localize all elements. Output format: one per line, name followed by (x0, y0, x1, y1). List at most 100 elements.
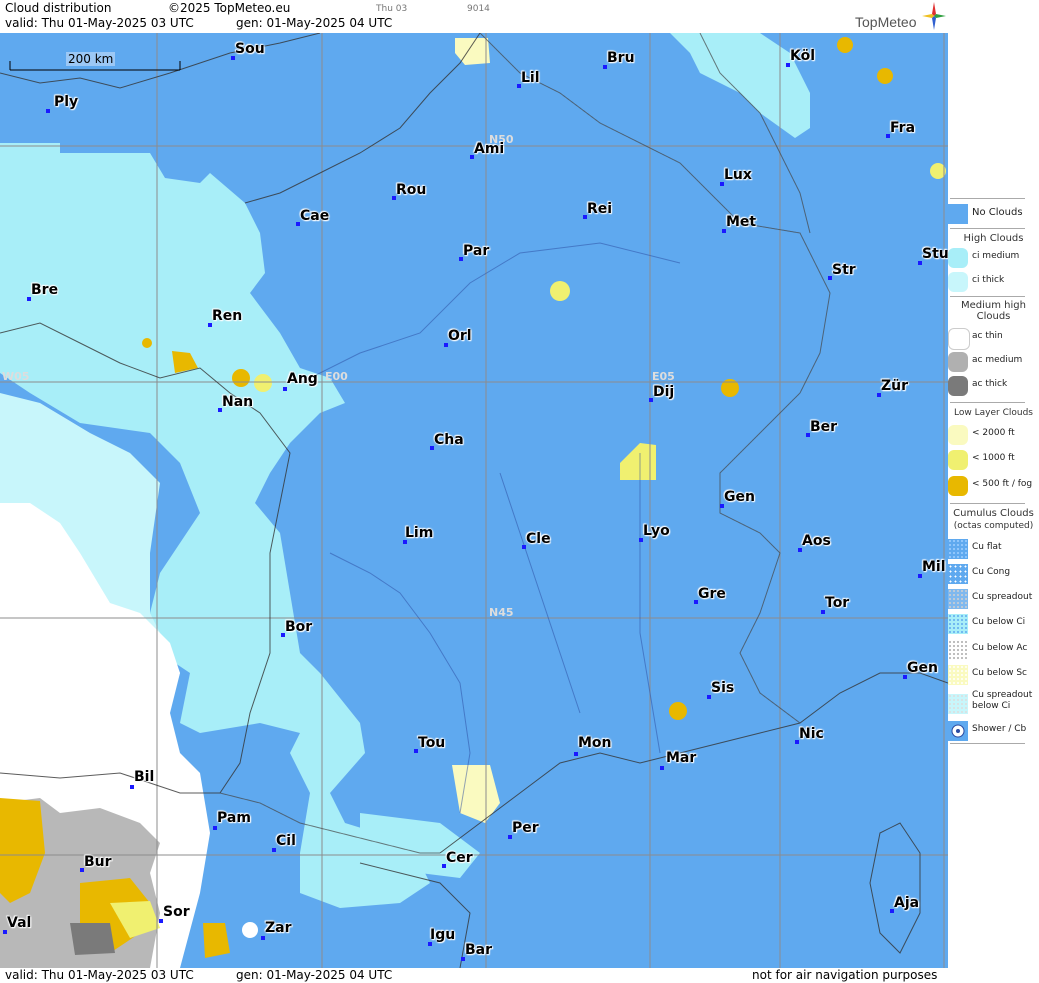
city-label-par[interactable]: Par (463, 243, 489, 259)
footer-valid-time: valid: Thu 01-May-2025 03 UTC (5, 968, 194, 982)
city-label-cae[interactable]: Cae (300, 208, 329, 224)
city-label-sor[interactable]: Sor (163, 904, 190, 920)
city-label-orl[interactable]: Orl (448, 328, 472, 344)
city-label-cha[interactable]: Cha (434, 432, 464, 448)
legend-swatch (948, 665, 968, 685)
map-layers (0, 33, 948, 968)
city-marker (574, 752, 578, 756)
legend-label: ci medium (972, 251, 1020, 261)
legend-cu-spreadout-below-ci: Cu spreadout below Ci (948, 688, 1039, 722)
city-label-tou[interactable]: Tou (418, 735, 445, 751)
legend-high-title: High Clouds (963, 233, 1024, 244)
city-label-gen[interactable]: Gen (724, 489, 755, 505)
city-label-nan[interactable]: Nan (222, 394, 253, 410)
city-label-lyo[interactable]: Lyo (643, 523, 670, 539)
legend-divider (950, 228, 1025, 229)
low1000-blob-reims (550, 281, 570, 301)
city-label-val[interactable]: Val (7, 915, 31, 931)
city-label-bil[interactable]: Bil (134, 769, 154, 785)
city-label-ren[interactable]: Ren (212, 308, 242, 324)
legend-ac-thick: ac thick (948, 374, 1039, 396)
legend-cu-flat: Cu flat (948, 537, 1039, 559)
city-label-sou[interactable]: Sou (235, 41, 265, 57)
topmeteo-logo: TopMeteo (855, 14, 917, 30)
legend-label: Cu flat (972, 542, 1002, 552)
city-label-cer[interactable]: Cer (446, 850, 473, 866)
city-label-dij[interactable]: Dij (653, 384, 674, 400)
valid-time: valid: Thu 01-May-2025 03 UTC (5, 16, 194, 30)
city-label-gen-italy[interactable]: Gen (907, 660, 938, 676)
legend-swatch (948, 476, 968, 496)
legend-swatch (948, 425, 968, 445)
city-label-stu[interactable]: Stu (922, 246, 948, 262)
city-label-gre[interactable]: Gre (698, 586, 726, 602)
legend-shower-cb: Shower / Cb (948, 719, 1039, 741)
ci-medium-area-ne (670, 33, 810, 138)
city-label-lil[interactable]: Lil (521, 70, 540, 86)
low2000-area-north (455, 38, 490, 65)
city-label-bru[interactable]: Bru (607, 50, 635, 66)
map-title: Cloud distribution (5, 1, 112, 15)
city-label-mil[interactable]: Mil (922, 559, 946, 575)
city-label-rei[interactable]: Rei (587, 201, 612, 217)
fog-blob-sisteron (669, 702, 687, 720)
legend-swatch (948, 539, 968, 559)
legend-cu-below-ac: Cu below Ac (948, 638, 1039, 660)
legend-swatch (948, 589, 968, 609)
city-label-lux[interactable]: Lux (724, 167, 752, 183)
city-label-zar[interactable]: Zar (265, 920, 292, 936)
city-label-met[interactable]: Met (726, 214, 756, 230)
legend-divider (950, 743, 1025, 744)
legend-label: Cu below Ac (972, 643, 1028, 653)
legend-swatch (948, 376, 968, 396)
city-label-bar[interactable]: Bar (465, 942, 492, 958)
legend-label: ci thick (972, 275, 1005, 285)
city-label-ply[interactable]: Ply (54, 94, 78, 110)
legend-ci-medium: ci medium (948, 246, 1039, 268)
legend-swatch (948, 204, 968, 224)
city-label-ami[interactable]: Ami (474, 141, 504, 157)
legend-swatch (948, 450, 968, 470)
legend-cu-below-ci: Cu below Ci (948, 612, 1039, 634)
city-label-sis[interactable]: Sis (711, 680, 734, 696)
city-label-zur[interactable]: Zür (881, 378, 908, 394)
fog-blob-bretagne (142, 338, 152, 348)
grid-label-e05: E05 (652, 370, 675, 383)
city-label-tor[interactable]: Tor (825, 595, 849, 611)
legend-swatch (948, 721, 968, 741)
city-label-rou[interactable]: Rou (396, 182, 426, 198)
city-label-kol[interactable]: Köl (790, 48, 815, 64)
cloud-map[interactable]: 200 km N50 N45 W05 E00 E05 Sou Bru Köl P… (0, 33, 948, 968)
city-label-cil[interactable]: Cil (276, 833, 296, 849)
legend-label: ac thick (972, 379, 1008, 389)
legend-swatch (948, 564, 968, 584)
city-label-bor[interactable]: Bor (285, 619, 312, 635)
legend-label: < 1000 ft (972, 453, 1015, 463)
low1000-area-dijon (620, 443, 656, 480)
city-marker (46, 109, 50, 113)
legend-swatch (948, 614, 968, 634)
city-label-aos[interactable]: Aos (802, 533, 831, 549)
city-label-str[interactable]: Str (832, 262, 856, 278)
city-label-cle[interactable]: Cle (526, 531, 551, 547)
fog-blob-ne-1 (837, 37, 853, 53)
city-label-nic[interactable]: Nic (799, 726, 824, 742)
city-label-mon[interactable]: Mon (578, 735, 612, 751)
legend-low-2000: < 2000 ft (948, 423, 1039, 445)
city-label-pam[interactable]: Pam (217, 810, 251, 826)
city-label-aja[interactable]: Aja (894, 895, 919, 911)
legend-swatch (948, 328, 970, 350)
city-label-per[interactable]: Per (512, 820, 539, 836)
city-label-lim[interactable]: Lim (405, 525, 433, 541)
legend-label: ac thin (972, 331, 1003, 341)
grid-label-e00: E00 (325, 370, 348, 383)
city-label-mar[interactable]: Mar (666, 750, 696, 766)
legend-cu-spreadout: Cu spreadout (948, 587, 1039, 609)
city-label-fra[interactable]: Fra (890, 120, 915, 136)
city-label-bre[interactable]: Bre (31, 282, 58, 298)
city-label-igu[interactable]: Igu (430, 927, 455, 943)
city-label-bur[interactable]: Bur (84, 854, 112, 870)
legend-cu-below-sc: Cu below Sc (948, 663, 1039, 685)
city-label-ber[interactable]: Ber (810, 419, 837, 435)
city-label-ang[interactable]: Ang (287, 371, 318, 387)
